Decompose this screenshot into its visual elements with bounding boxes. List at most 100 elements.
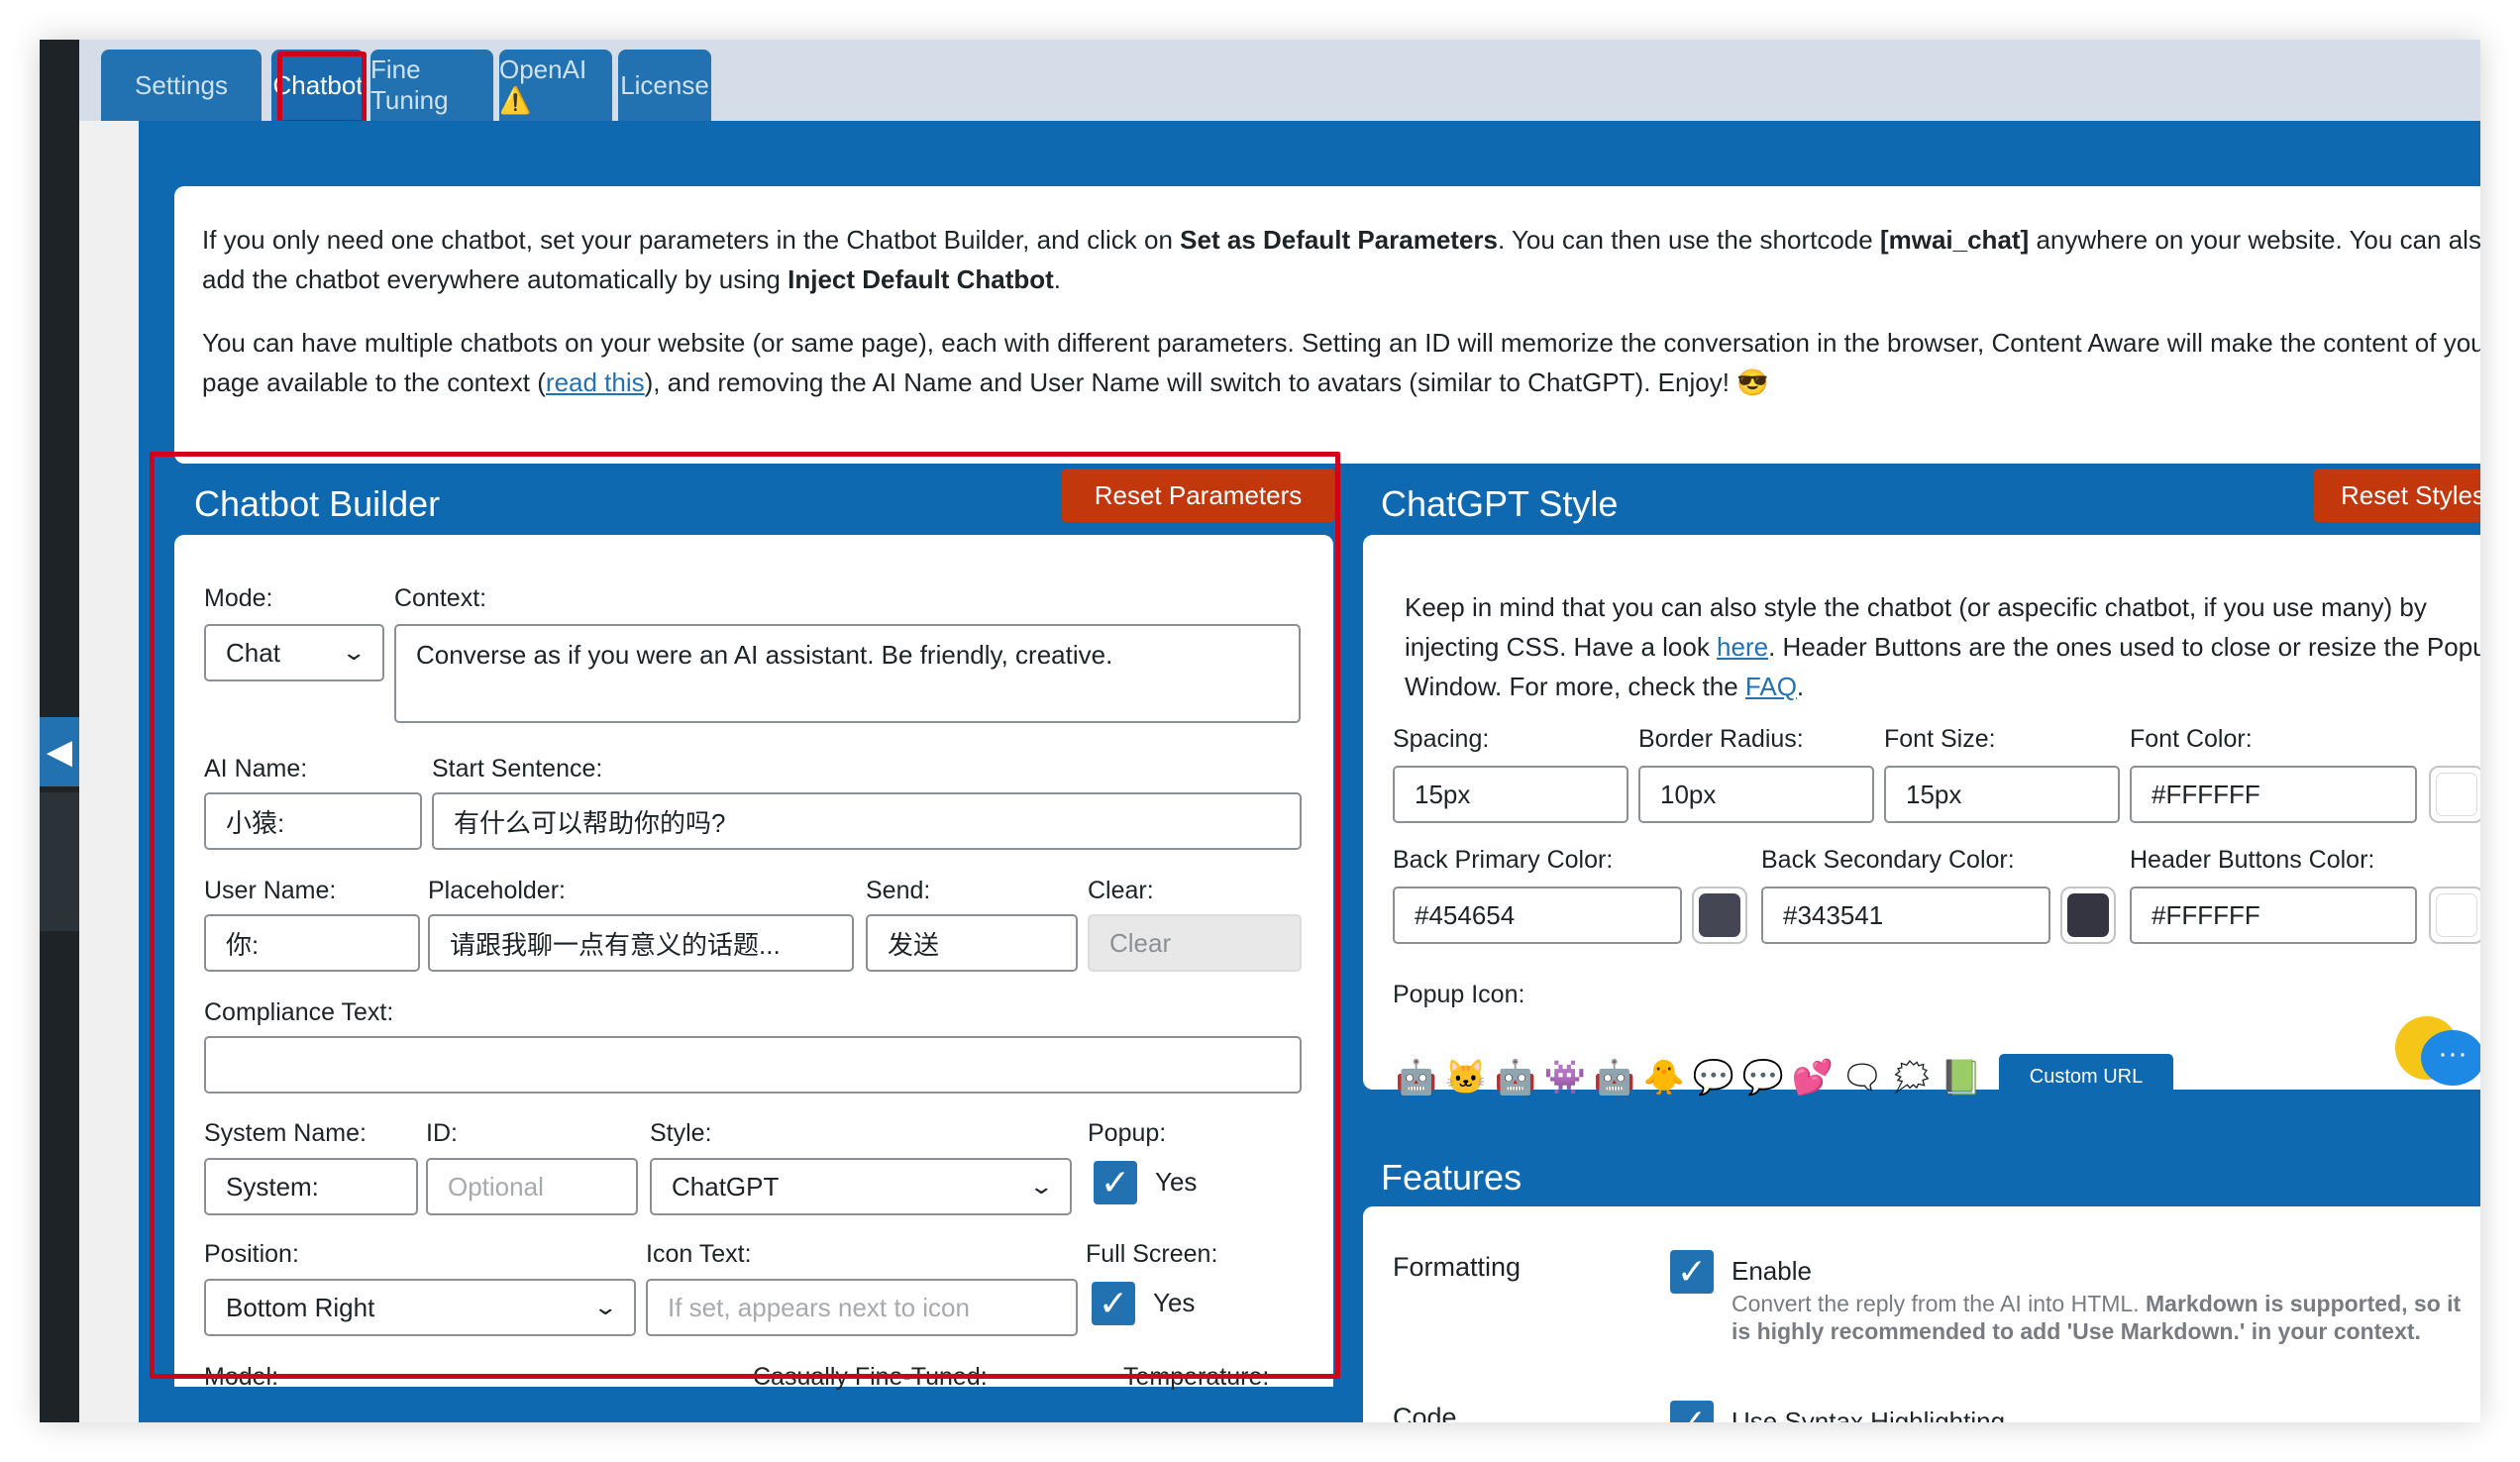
tab-label: Fine Tuning — [370, 54, 449, 115]
reset-parameters-button[interactable]: Reset Parameters — [1062, 469, 1334, 522]
tab-license[interactable]: License — [618, 50, 711, 121]
casually-fine-tuned-label: Casually Fine-Tuned: — [753, 1363, 988, 1391]
tab-chatbot[interactable]: Chatbot — [271, 50, 367, 125]
position-select[interactable]: Bottom Right ⌄ — [204, 1279, 636, 1336]
code-label: Code — [1393, 1403, 1457, 1422]
syntax-highlighting-label: Use Syntax Highlighting — [1732, 1407, 2006, 1422]
reset-styles-button[interactable]: Reset Styles — [2314, 469, 2480, 522]
back-secondary-input[interactable]: #343541 — [1761, 887, 2050, 944]
chevron-down-icon: ⌄ — [340, 640, 367, 665]
system-name-input[interactable]: System: — [204, 1158, 418, 1215]
faq-link[interactable]: FAQ — [1745, 672, 1797, 701]
formatting-enable-label: Enable — [1732, 1256, 1812, 1286]
compliance-input[interactable] — [204, 1036, 1302, 1094]
start-sentence-input[interactable]: 有什么可以帮助你的吗? — [432, 792, 1302, 850]
clear-label: Clear: — [1088, 877, 1154, 904]
placeholder-label: Placeholder: — [428, 877, 566, 904]
popup-yes-label: Yes — [1155, 1167, 1198, 1197]
back-secondary-label: Back Secondary Color: — [1761, 846, 2015, 874]
tab-label: License — [620, 69, 709, 100]
tab-openai[interactable]: OpenAI ⚠️ — [499, 50, 612, 121]
ai-name-input[interactable]: 小猿: — [204, 792, 422, 850]
read-this-link[interactable]: read this — [546, 367, 645, 397]
chat-green-icon[interactable]: 📗 — [1938, 1054, 1985, 1101]
full-screen-label: Full Screen: — [1086, 1240, 1218, 1268]
custom-url-button[interactable]: Custom URL — [1999, 1054, 2173, 1099]
ai-name-label: AI Name: — [204, 755, 308, 783]
popup-icon-label: Popup Icon: — [1393, 981, 1525, 1008]
spacing-input[interactable]: 15px — [1393, 766, 1628, 823]
chat-bubbles-green-icon[interactable]: 💬 — [1739, 1054, 1787, 1101]
tab-label: Settings — [135, 69, 228, 100]
icon-text-label: Icon Text: — [646, 1240, 752, 1268]
compliance-label: Compliance Text: — [204, 998, 394, 1026]
collapse-menu-icon[interactable]: ◀ — [40, 717, 79, 786]
robot-red-icon[interactable]: 🤖 — [1393, 1054, 1440, 1101]
user-name-label: User Name: — [204, 877, 337, 904]
style-select[interactable]: ChatGPT ⌄ — [650, 1158, 1072, 1215]
tab-label: OpenAI ⚠️ — [499, 54, 587, 115]
screen: ◀ Settings Chatbot Fine Tuning OpenAI ⚠️… — [40, 40, 2480, 1422]
robot-purple-icon[interactable]: 🤖 — [1492, 1054, 1539, 1101]
full-screen-checkbox[interactable]: ✓ — [1092, 1282, 1135, 1325]
chat-outline-icon[interactable]: 🗨 — [1838, 1054, 1886, 1101]
font-color-label: Font Color: — [2130, 725, 2253, 753]
temperature-label: Temperature: — [1123, 1363, 1270, 1391]
model-label: Model: — [204, 1363, 279, 1391]
intro-paragraph-1: If you only need one chatbot, set your p… — [202, 225, 2480, 294]
swatch-fill — [2436, 773, 2477, 816]
spacing-label: Spacing: — [1393, 725, 1490, 753]
back-secondary-swatch[interactable] — [2060, 887, 2116, 944]
robot-blue-icon[interactable]: 🤖 — [1591, 1054, 1638, 1101]
robot-yellow-icon[interactable]: 🐥 — [1640, 1054, 1688, 1101]
syntax-highlighting-checkbox[interactable]: ✓ — [1670, 1401, 1714, 1422]
header-buttons-swatch[interactable] — [2429, 887, 2480, 944]
formatting-checkbox[interactable]: ✓ — [1670, 1250, 1714, 1294]
style-title: ChatGPT Style — [1381, 483, 1619, 524]
context-label: Context: — [394, 584, 487, 612]
header-buttons-input[interactable]: #FFFFFF — [2130, 887, 2417, 944]
id-label: ID: — [426, 1119, 458, 1147]
popup-label: Popup: — [1088, 1119, 1167, 1147]
here-link[interactable]: here — [1717, 632, 1768, 662]
chat-bubbles-blue-icon[interactable]: 💬 — [1690, 1054, 1737, 1101]
font-color-input[interactable]: #FFFFFF — [2130, 766, 2417, 823]
chat-outline-two-icon[interactable]: 🗯 — [1888, 1054, 1936, 1101]
border-radius-label: Border Radius: — [1638, 725, 1804, 753]
font-color-swatch[interactable] — [2429, 766, 2480, 823]
swatch-fill — [1699, 893, 1740, 937]
user-name-input[interactable]: 你: — [204, 914, 420, 972]
popup-preview-icon: ··· — [2395, 1016, 2480, 1086]
clear-input: Clear — [1088, 914, 1302, 972]
tab-fine-tuning[interactable]: Fine Tuning — [370, 50, 493, 121]
back-primary-swatch[interactable] — [1692, 887, 1747, 944]
icon-text-input[interactable]: If set, appears next to icon — [646, 1279, 1078, 1336]
style-description: Keep in mind that you can also style the… — [1405, 592, 2480, 701]
tab-label: Chatbot — [272, 69, 364, 100]
system-name-label: System Name: — [204, 1119, 367, 1147]
chevron-down-icon: ⌄ — [591, 1295, 618, 1319]
features-title: Features — [1381, 1157, 1522, 1198]
font-size-input[interactable]: 15px — [1884, 766, 2120, 823]
tab-settings[interactable]: Settings — [101, 50, 262, 121]
chevron-down-icon: ⌄ — [1027, 1174, 1054, 1199]
send-input[interactable]: 发送 — [866, 914, 1078, 972]
robot-dark-icon[interactable]: 👾 — [1541, 1054, 1589, 1101]
builder-title: Chatbot Builder — [194, 483, 441, 524]
context-textarea[interactable]: Converse as if you were an AI assistant.… — [394, 624, 1301, 723]
id-input[interactable]: Optional — [426, 1158, 638, 1215]
swatch-fill — [2436, 893, 2477, 937]
cat-icon[interactable]: 🐱 — [1442, 1054, 1490, 1101]
send-label: Send: — [866, 877, 931, 904]
position-label: Position: — [204, 1240, 299, 1268]
chat-hearts-icon[interactable]: 💕 — [1789, 1054, 1837, 1101]
formatting-help-text: Convert the reply from the AI into HTML.… — [1732, 1291, 2462, 1344]
start-sentence-label: Start Sentence: — [432, 755, 603, 783]
popup-checkbox[interactable]: ✓ — [1094, 1161, 1137, 1204]
placeholder-input[interactable]: 请跟我聊一点有意义的话题... — [428, 914, 854, 972]
admin-sidebar: ◀ — [40, 40, 79, 1422]
back-primary-label: Back Primary Color: — [1393, 846, 1614, 874]
mode-select[interactable]: Chat ⌄ — [204, 624, 384, 681]
back-primary-input[interactable]: #454654 — [1393, 887, 1682, 944]
border-radius-input[interactable]: 10px — [1638, 766, 1874, 823]
